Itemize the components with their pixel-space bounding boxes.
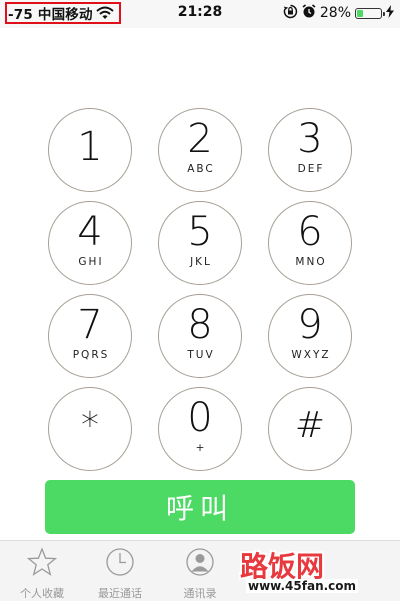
key-digit: 3 [297, 116, 323, 162]
key-digit: 7 [77, 302, 103, 348]
key-digit: 9 [297, 302, 323, 348]
key-star[interactable]: * [48, 387, 132, 471]
key-letters: TUV [187, 349, 215, 361]
key-9[interactable]: 9 WXYZ [268, 294, 352, 378]
key-letters: GHI [78, 256, 104, 268]
key-1[interactable]: 1 [48, 108, 132, 192]
key-4[interactable]: 4 GHI [48, 201, 132, 285]
key-digit: * [81, 405, 99, 446]
key-7[interactable]: 7 PQRS [48, 294, 132, 378]
watermark-url: www.45fan.com [246, 579, 359, 593]
tab-label-contacts: 通讯录 [183, 587, 217, 600]
key-digit: 6 [297, 209, 323, 255]
key-digit: 5 [187, 209, 213, 255]
tab-contacts[interactable]: 通讯录 [158, 547, 242, 601]
key-2[interactable]: 2 ABC [158, 108, 242, 192]
key-pound[interactable]: # [268, 387, 352, 471]
key-digit: 2 [187, 116, 213, 162]
key-letters: PQRS [72, 349, 110, 361]
dial-keypad: 1 2 ABC 3 DEF 4 GHI 5 JKL 6 MNO 7 PQRS 8 TUV 9 WXYZ * 0 + # [0, 0, 400, 471]
key-letters: WXYZ [291, 349, 331, 361]
key-letters: MNO [295, 256, 327, 268]
key-digit: 8 [187, 302, 213, 348]
call-button-label: 呼叫 [165, 492, 234, 525]
tab-recents[interactable]: 最近通话 [78, 547, 162, 601]
key-letters: JKL [190, 256, 212, 268]
tab-label-favorites: 个人收藏 [20, 587, 64, 600]
contacts-icon [185, 547, 215, 581]
clock-icon [105, 547, 135, 581]
call-button[interactable]: 呼叫 [45, 480, 355, 534]
star-icon [26, 547, 58, 581]
tab-label-recents: 最近通话 [98, 587, 142, 600]
key-letters: ABC [187, 163, 215, 175]
key-digit: # [294, 405, 326, 446]
site-watermark: 路饭网 www.45fan.com [240, 545, 390, 597]
key-digit: 4 [77, 209, 103, 255]
key-letters: + [195, 442, 207, 454]
key-6[interactable]: 6 MNO [268, 201, 352, 285]
key-digit: 1 [77, 124, 103, 170]
key-digit: 0 [187, 395, 213, 441]
key-letters: DEF [297, 163, 325, 175]
key-3[interactable]: 3 DEF [268, 108, 352, 192]
key-8[interactable]: 8 TUV [158, 294, 242, 378]
key-5[interactable]: 5 JKL [158, 201, 242, 285]
tab-favorites[interactable]: 个人收藏 [0, 547, 84, 601]
key-0[interactable]: 0 + [158, 387, 242, 471]
